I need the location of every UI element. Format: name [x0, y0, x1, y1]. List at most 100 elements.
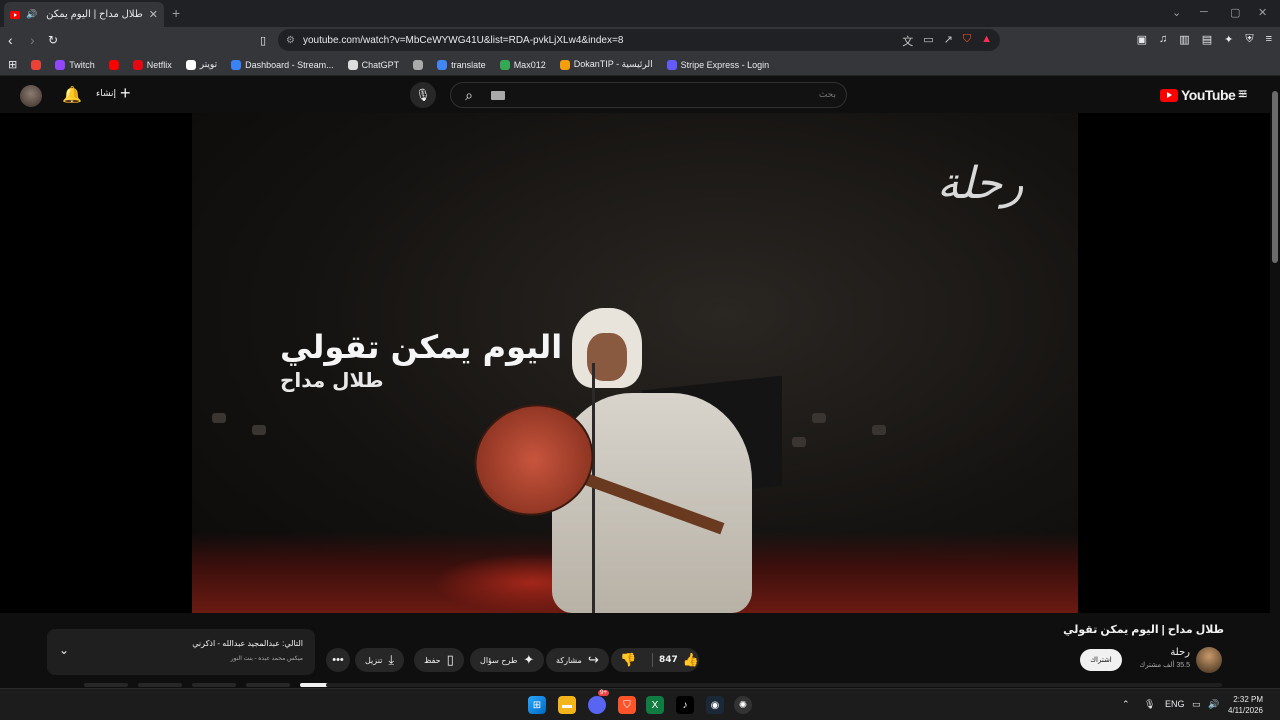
minimize-icon[interactable]: ─: [1200, 6, 1208, 18]
site-info-icon[interactable]: ⚙: [286, 35, 295, 46]
bookmark-item[interactable]: Twitch: [55, 59, 95, 70]
ai-assistant-icon[interactable]: ✦: [1224, 33, 1233, 46]
tab-active[interactable]: 🔊 طلال مداح | اليوم يمكن تقولي ✕: [4, 2, 164, 27]
stripe-icon: [666, 59, 677, 70]
back-icon[interactable]: ‹: [8, 32, 13, 48]
video-frame[interactable]: رحلة اليوم يمكن تقولي طلال مداح: [192, 113, 1078, 613]
reload-icon[interactable]: ↻: [48, 33, 58, 47]
account-avatar[interactable]: [20, 85, 42, 107]
chevron-down-icon[interactable]: ⌄: [59, 643, 69, 657]
browser-toolbar: ‹ › ↻ ▯ ⚙ youtube.com/watch?v=MbCeWYWG41…: [0, 27, 1280, 54]
guide-menu-icon[interactable]: ≡: [1238, 86, 1247, 104]
page-scrollbar[interactable]: [1270, 77, 1280, 687]
brave-browser-icon[interactable]: ⛉: [618, 696, 636, 714]
chip[interactable]: [246, 683, 290, 687]
stage-light: [212, 413, 226, 423]
share-page-icon[interactable]: ↗: [944, 33, 953, 49]
vpn-icon[interactable]: ⛨: [1245, 33, 1253, 46]
share-button[interactable]: مشاركة ↪: [546, 648, 609, 672]
stage-light: [792, 437, 806, 447]
bookmark-item[interactable]: Stripe Express - Login: [666, 59, 769, 70]
create-button[interactable]: إنشاء +: [96, 84, 131, 102]
maximize-icon[interactable]: ▢: [1230, 6, 1240, 19]
menu-icon[interactable]: ≡: [1266, 33, 1272, 46]
keyboard-icon[interactable]: [491, 90, 505, 100]
channel-avatar[interactable]: [1196, 647, 1222, 673]
bookmark-label: Twitch: [69, 59, 95, 70]
x-icon: [185, 59, 196, 70]
excel-icon[interactable]: X: [646, 696, 664, 714]
language-indicator[interactable]: ENG: [1165, 699, 1185, 709]
wallet-icon[interactable]: ▤: [1202, 33, 1212, 46]
system-clock[interactable]: 2:32 PM 4/11/2026: [1228, 694, 1263, 716]
chip[interactable]: [138, 683, 182, 687]
search-button[interactable]: ⌕: [451, 83, 487, 107]
voice-search-mic-icon[interactable]: 🎙: [410, 82, 436, 108]
like-button[interactable]: 847 👍: [659, 648, 699, 672]
notifications-bell-icon[interactable]: 🔔: [62, 85, 82, 105]
scrollbar-thumb[interactable]: [1272, 91, 1278, 263]
new-tab-button[interactable]: +: [172, 5, 180, 21]
sidebar-panel-icon[interactable]: ▣: [1137, 33, 1147, 46]
video-title: طلال مداح | اليوم يمكن تقولي: [1063, 624, 1224, 636]
bookmark-item[interactable]: [31, 59, 42, 70]
netflix-icon: [132, 59, 143, 70]
more-actions-button[interactable]: •••: [326, 648, 350, 672]
bookmark-item[interactable]: Max012: [499, 59, 546, 70]
chip[interactable]: [192, 683, 236, 687]
up-next-card[interactable]: ⌄ التالي: عبدالمجيد عبدالله - اذكرني ميك…: [47, 629, 315, 675]
start-windows-icon[interactable]: ⊞: [528, 696, 546, 714]
search-icon: ⌕: [465, 86, 473, 103]
youtube-logo[interactable]: YouTube SA: [1160, 87, 1247, 103]
cast-icon[interactable]: ▭: [923, 33, 933, 49]
bookmark-item[interactable]: [413, 59, 424, 70]
forward-icon[interactable]: ›: [30, 32, 35, 48]
bookmark-item[interactable]: تويتر: [185, 59, 217, 70]
media-icon[interactable]: ♫: [1159, 33, 1167, 46]
stream-icon: [231, 59, 242, 70]
url-text[interactable]: youtube.com/watch?v=MbCeWYWG41U&list=RDA…: [303, 35, 623, 46]
bookmark-item[interactable]: ChatGPT: [347, 59, 399, 70]
tab-close-icon[interactable]: ✕: [149, 8, 158, 21]
apps-grid-icon[interactable]: ⊞: [8, 58, 17, 71]
close-window-icon[interactable]: ✕: [1258, 6, 1267, 19]
rewards-icon[interactable]: ▲: [981, 33, 992, 49]
discord-badge: 9+: [598, 690, 609, 696]
save-button[interactable]: حفظ ▯: [414, 648, 464, 672]
stage-light: [812, 413, 826, 423]
ask-button[interactable]: طرح سؤال ✦: [470, 648, 545, 672]
reading-mode-icon[interactable]: ▥: [1179, 33, 1189, 46]
subscribe-button[interactable]: اشتراك: [1080, 649, 1122, 671]
network-icon[interactable]: ▭: [1192, 699, 1201, 710]
file-explorer-icon[interactable]: ▬: [558, 696, 576, 714]
dislike-button[interactable]: 👎: [611, 648, 646, 672]
download-button[interactable]: تنزيل ⤓: [355, 648, 405, 672]
bookmark-item[interactable]: DokanTIP - الرئيسية: [559, 59, 653, 70]
bookmark-item[interactable]: translate: [437, 59, 486, 70]
bookmark-icon[interactable]: ▯: [260, 34, 266, 47]
shields-icon[interactable]: ⛉: [963, 33, 971, 49]
tab-search-icon[interactable]: ⌄: [1172, 6, 1181, 19]
thumbs-up-icon: 👍: [682, 652, 699, 668]
download-label: تنزيل: [365, 655, 383, 665]
description-box[interactable]: [326, 683, 1222, 687]
tray-overflow-icon[interactable]: ⌃: [1122, 699, 1130, 710]
youtube-play-icon: [1160, 88, 1178, 102]
search-input[interactable]: [505, 90, 846, 100]
bookmark-item[interactable]: Dashboard - Stream...: [231, 59, 334, 70]
volume-icon[interactable]: 🔊: [1208, 699, 1219, 710]
address-bar[interactable]: ⚙ youtube.com/watch?v=MbCeWYWG41U&list=R…: [278, 29, 1000, 51]
audio-playing-icon[interactable]: 🔊: [26, 9, 37, 20]
discord-icon[interactable]: 9+: [588, 690, 609, 714]
tiktok-icon[interactable]: ♪: [676, 696, 694, 714]
video-player[interactable]: رحلة اليوم يمكن تقولي طلال مداح: [0, 113, 1270, 613]
channel-calligraphy-watermark: رحلة: [937, 158, 1024, 209]
steam-icon[interactable]: ◉: [706, 696, 724, 714]
translate-page-icon[interactable]: 文: [902, 33, 913, 49]
microphone-tray-icon[interactable]: 🎙: [1144, 699, 1155, 710]
bookmark-item[interactable]: [108, 59, 119, 70]
chatgpt-taskbar-icon[interactable]: ✺: [734, 696, 752, 714]
bookmark-item[interactable]: Netflix: [132, 59, 172, 70]
channel-name[interactable]: رحلة: [1140, 647, 1190, 658]
chip[interactable]: [84, 683, 128, 687]
